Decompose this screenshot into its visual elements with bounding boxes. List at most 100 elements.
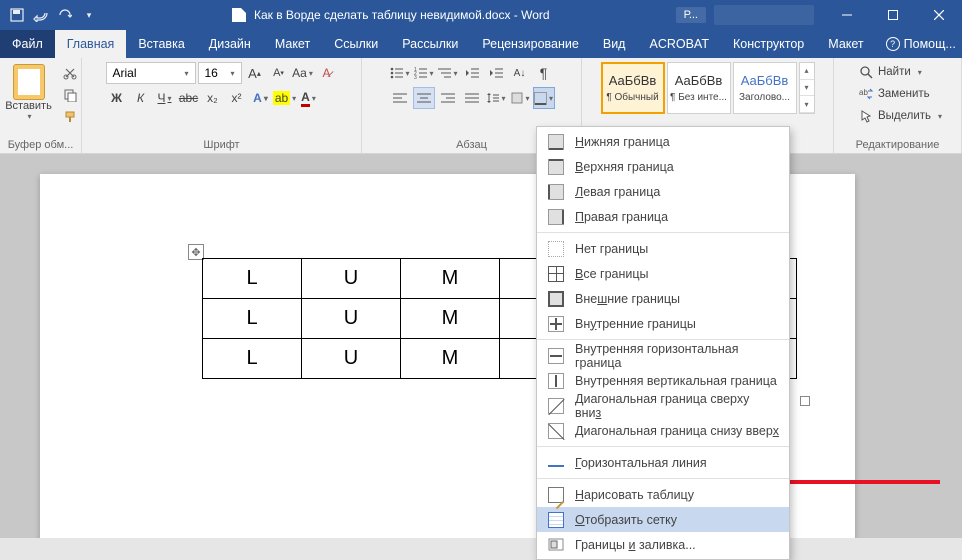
borders-and-shading[interactable]: Границы и заливка... xyxy=(537,532,789,557)
border-bottom[interactable]: Нижняя граница xyxy=(537,129,789,154)
justify-button[interactable] xyxy=(461,87,483,109)
font-size-combo[interactable]: 16▾ xyxy=(198,62,242,84)
search-icon xyxy=(859,65,873,79)
italic-button[interactable]: К xyxy=(130,87,152,109)
border-diagonal-down[interactable]: Диагональная граница сверху вниз xyxy=(537,393,789,418)
styles-gallery-scroll[interactable]: ▴▾▾ xyxy=(799,62,815,114)
clipboard-group-label: Буфер обм... xyxy=(8,139,74,151)
cut-button[interactable] xyxy=(59,62,81,84)
underline-button[interactable]: Ч▾ xyxy=(154,87,176,109)
table-cell[interactable]: M xyxy=(401,259,500,299)
increase-indent-button[interactable] xyxy=(485,62,507,84)
decrease-indent-button[interactable] xyxy=(461,62,483,84)
table-cell[interactable]: L xyxy=(203,299,302,339)
minimize-button[interactable] xyxy=(824,0,870,30)
line-spacing-button[interactable]: ▾ xyxy=(485,87,507,109)
tab-table-layout[interactable]: Макет xyxy=(816,30,875,58)
paste-button[interactable]: Вставить ▾ xyxy=(0,62,57,122)
border-all[interactable]: Все границы xyxy=(537,261,789,286)
borders-menu: Нижняя граница Верхняя граница Левая гра… xyxy=(536,126,790,560)
svg-text:ab: ab xyxy=(859,88,868,97)
account-name-placeholder[interactable] xyxy=(714,5,814,25)
style-normal[interactable]: АаБбВв ¶ Обычный xyxy=(601,62,665,114)
tab-acrobat[interactable]: ACROBAT xyxy=(637,30,721,58)
show-marks-button[interactable]: ¶ xyxy=(533,62,555,84)
ribbon-tabs: Файл Главная Вставка Дизайн Макет Ссылки… xyxy=(0,30,962,58)
paragraph-group-label: Абзац xyxy=(456,139,487,151)
superscript-button[interactable]: x² xyxy=(226,87,248,109)
clipboard-icon xyxy=(13,64,45,100)
find-button[interactable]: Найти▾ xyxy=(853,62,948,82)
redo-icon[interactable] xyxy=(56,6,74,24)
maximize-button[interactable] xyxy=(870,0,916,30)
sort-button[interactable]: A↓ xyxy=(509,62,531,84)
numbering-button[interactable]: 123▾ xyxy=(413,62,435,84)
tab-design[interactable]: Дизайн xyxy=(197,30,263,58)
table-cell[interactable]: L xyxy=(203,339,302,379)
align-center-button[interactable] xyxy=(413,87,435,109)
table-cell[interactable]: U xyxy=(302,339,401,379)
tab-file[interactable]: Файл xyxy=(0,30,55,58)
border-inner[interactable]: Внутренние границы xyxy=(537,311,789,336)
format-painter-button[interactable] xyxy=(59,106,81,128)
tab-view[interactable]: Вид xyxy=(591,30,638,58)
qat-customize-icon[interactable]: ▾ xyxy=(80,6,98,24)
border-outer[interactable]: Внешние границы xyxy=(537,286,789,311)
highlight-button[interactable]: ab▾ xyxy=(274,87,296,109)
text-effects-button[interactable]: A▾ xyxy=(250,87,272,109)
annotation-arrow xyxy=(790,480,940,484)
border-none[interactable]: Нет границы xyxy=(537,236,789,261)
account-badge[interactable]: Р... xyxy=(676,7,706,23)
border-top[interactable]: Верхняя граница xyxy=(537,154,789,179)
save-icon[interactable] xyxy=(8,6,26,24)
tab-insert[interactable]: Вставка xyxy=(126,30,196,58)
change-case-button[interactable]: Aa▾ xyxy=(292,62,314,84)
grow-font-button[interactable]: A▴ xyxy=(244,62,266,84)
bullets-button[interactable]: ▾ xyxy=(389,62,411,84)
font-group-label: Шрифт xyxy=(203,139,239,151)
tell-me[interactable]: ? Помощ... xyxy=(876,30,962,58)
tab-references[interactable]: Ссылки xyxy=(322,30,390,58)
font-name-combo[interactable]: Arial▾ xyxy=(106,62,196,84)
replace-button[interactable]: ab Заменить xyxy=(853,84,948,104)
table-cell[interactable]: U xyxy=(302,259,401,299)
multilevel-list-button[interactable]: ▾ xyxy=(437,62,459,84)
align-left-button[interactable] xyxy=(389,87,411,109)
subscript-button[interactable]: x₂ xyxy=(202,87,224,109)
tab-mailings[interactable]: Рассылки xyxy=(390,30,470,58)
style-no-spacing[interactable]: АаБбВв ¶ Без инте... xyxy=(667,62,731,114)
draw-table[interactable]: Нарисовать таблицу xyxy=(537,482,789,507)
table-cell[interactable]: M xyxy=(401,299,500,339)
tell-me-label: Помощ... xyxy=(904,37,956,51)
strike-button[interactable]: abc xyxy=(178,87,200,109)
borders-split-button[interactable]: ▾ xyxy=(533,87,555,109)
border-inner-vertical[interactable]: Внутренняя вертикальная граница xyxy=(537,368,789,393)
select-button[interactable]: Выделить▾ xyxy=(853,106,948,126)
clear-formatting-button[interactable]: A̷ xyxy=(316,62,338,84)
tab-home[interactable]: Главная xyxy=(55,30,127,58)
shading-button[interactable]: ▾ xyxy=(509,87,531,109)
tab-layout[interactable]: Макет xyxy=(263,30,322,58)
undo-icon[interactable] xyxy=(32,6,50,24)
tab-table-design[interactable]: Конструктор xyxy=(721,30,816,58)
horizontal-line[interactable]: Горизонтальная линия xyxy=(537,450,789,475)
view-gridlines[interactable]: Отобразить сетку xyxy=(537,507,789,532)
border-inner-horizontal[interactable]: Внутренняя горизонтальная граница xyxy=(537,343,789,368)
titlebar: ▾ Как в Ворде сделать таблицу невидимой.… xyxy=(0,0,962,30)
align-right-button[interactable] xyxy=(437,87,459,109)
border-right[interactable]: Правая граница xyxy=(537,204,789,229)
shrink-font-button[interactable]: A▾ xyxy=(268,62,290,84)
table-cell[interactable]: M xyxy=(401,339,500,379)
style-heading1[interactable]: АаБбВв Заголово... xyxy=(733,62,797,114)
tab-review[interactable]: Рецензирование xyxy=(470,30,591,58)
border-left[interactable]: Левая граница xyxy=(537,179,789,204)
bold-button[interactable]: Ж xyxy=(106,87,128,109)
font-color-button[interactable]: A▾ xyxy=(298,87,320,109)
table-cell[interactable]: U xyxy=(302,299,401,339)
table-resize-handle[interactable] xyxy=(800,396,810,406)
close-button[interactable] xyxy=(916,0,962,30)
copy-button[interactable] xyxy=(59,84,81,106)
word-doc-icon xyxy=(232,8,246,22)
border-diagonal-up[interactable]: Диагональная граница снизу вверх xyxy=(537,418,789,443)
table-cell[interactable]: L xyxy=(203,259,302,299)
